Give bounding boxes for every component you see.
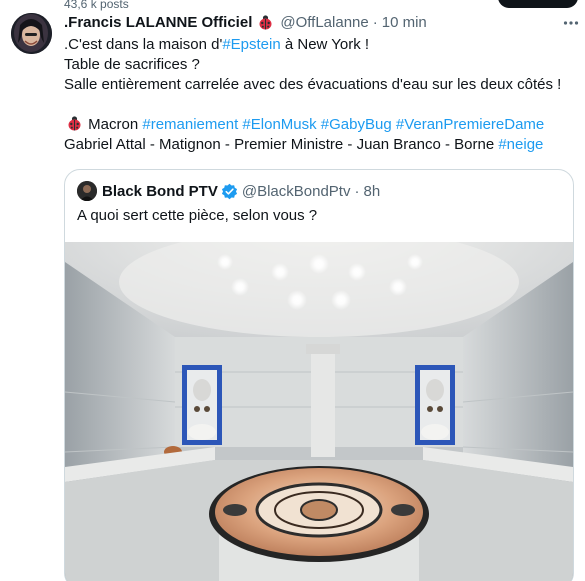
author-avatar[interactable] [11,13,52,54]
hashtag-veranpremieredame[interactable]: #VeranPremiereDame [396,116,544,133]
separator-dot: · [372,14,378,31]
quote-author-handle[interactable]: @BlackBondPtv [242,183,351,200]
quote-time[interactable]: 8h [363,183,380,200]
ladybug-icon [257,14,274,31]
tweet-line-2: Table de sacrifices ? [64,56,200,73]
tweet[interactable]: .Francis LALANNE Officiel @OffLalanne · … [64,12,579,155]
hashtag-remaniement[interactable]: #remaniement [142,116,238,133]
separator-dot: · [354,182,360,200]
ladybug-icon [66,115,83,132]
tweet-text: .C'est dans la maison d'#Epstein à New Y… [64,35,574,155]
author-handle[interactable]: @OffLalanne [280,14,368,31]
tweet-line-5: Macron #remaniement #ElonMusk #GabyBug #… [64,115,574,135]
quoted-tweet[interactable]: Black Bond PTV @BlackBondPtv · 8h A quoi… [64,169,574,581]
quoted-media-image[interactable] [65,242,573,581]
text-segment: Gabriel Attal - Matignon - Premier Minis… [64,136,499,153]
quote-author-avatar[interactable] [77,181,97,201]
tweet-line-6: Gabriel Attal - Matignon - Premier Minis… [64,135,574,155]
tweet-line-3: Salle entièrement carrelée avec des évac… [64,76,562,93]
top-action-button[interactable] [498,0,578,8]
hashtag-gabybug[interactable]: #GabyBug [321,116,392,133]
quote-author-name[interactable]: Black Bond PTV [102,183,218,200]
text-segment: .C'est dans la maison d' [64,36,223,53]
posts-count: 43,6 k posts [64,0,129,11]
text-segment: à New York ! [280,36,370,53]
tweet-time[interactable]: 10 min [382,14,427,31]
tweet-line-1: .C'est dans la maison d'#Epstein à New Y… [64,35,574,55]
quote-header: Black Bond PTV @BlackBondPtv · 8h [77,181,380,201]
tweet-header: .Francis LALANNE Officiel @OffLalanne · … [64,12,574,33]
hashtag-neige[interactable]: #neige [498,136,543,153]
author-name[interactable]: .Francis LALANNE Officiel [64,14,252,31]
hashtag-epstein[interactable]: #Epstein [222,36,280,53]
more-options-icon[interactable] [562,14,580,32]
verified-badge-icon [221,183,237,199]
quote-text: A quoi sert cette pièce, selon vous ? [77,207,318,224]
text-segment: Macron [84,116,143,133]
hashtag-elonmusk[interactable]: #ElonMusk [242,116,316,133]
